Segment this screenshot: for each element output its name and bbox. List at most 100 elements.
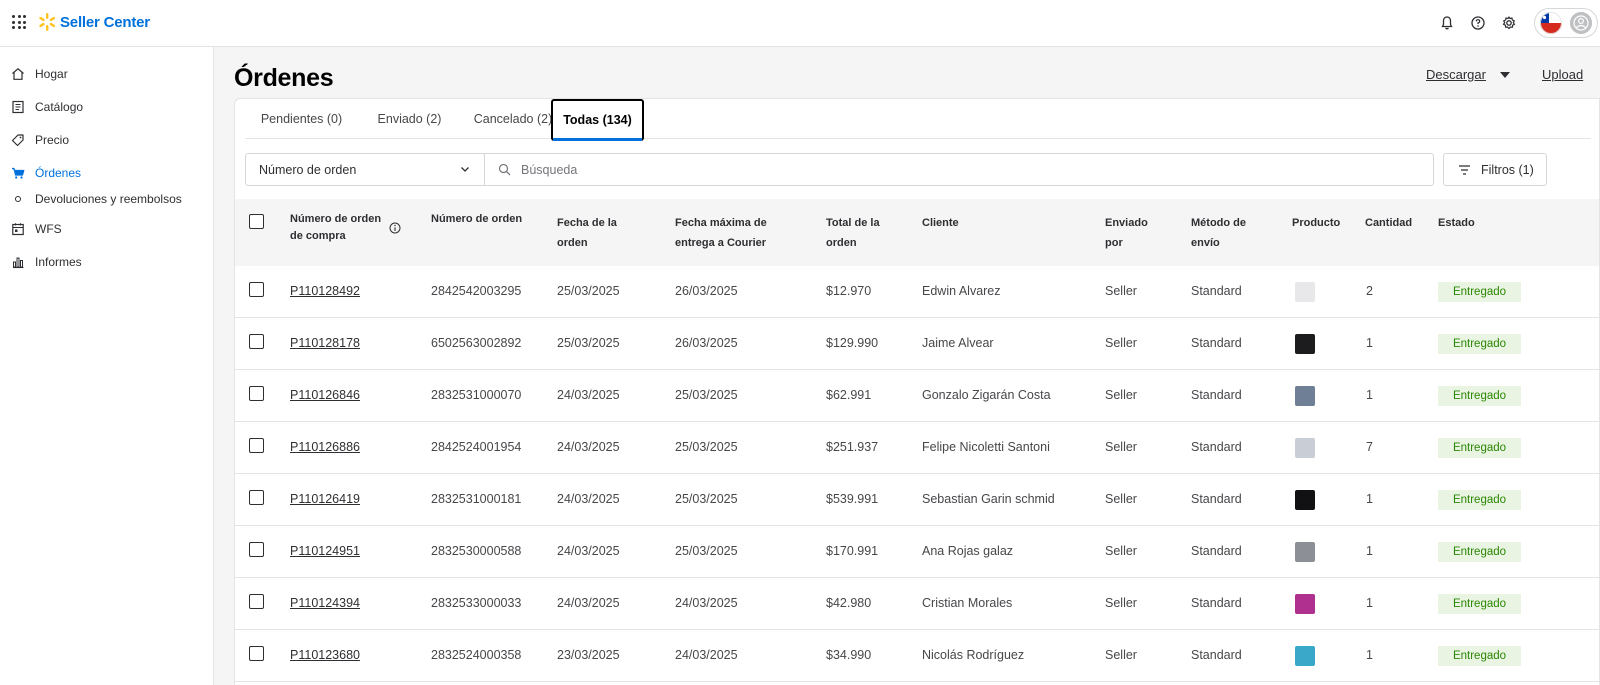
sidebar-item-label: Catálogo xyxy=(35,100,84,114)
order-date-cell: 24/03/2025 xyxy=(557,596,620,610)
tab-enviado[interactable]: Enviado (2) xyxy=(358,99,461,139)
sidebar-item-label: Precio xyxy=(35,133,70,147)
help-icon[interactable] xyxy=(1469,14,1487,32)
row-checkbox[interactable] xyxy=(249,490,264,505)
column-header-quantity[interactable]: Cantidad xyxy=(1365,213,1425,233)
status-badge: Entregado xyxy=(1438,282,1521,302)
order-date-cell: 25/03/2025 xyxy=(557,284,620,298)
table-row: P110128492 2842542003295 25/03/2025 26/03/2… xyxy=(235,266,1599,318)
po-number-link[interactable]: P110124951 xyxy=(290,544,360,558)
shipped-by-cell: Seller xyxy=(1105,440,1137,454)
tab-todas[interactable]: Todas (134) xyxy=(551,99,644,141)
order-number-cell: 6502563002892 xyxy=(431,336,522,350)
gear-icon[interactable] xyxy=(1500,14,1518,32)
column-header-order-date[interactable]: Fecha de la orden xyxy=(557,213,627,253)
customer-cell: Nicolás Rodríguez xyxy=(922,648,1025,662)
column-header-customer[interactable]: Cliente xyxy=(922,213,1002,233)
row-checkbox[interactable] xyxy=(249,386,264,401)
quantity-cell: 1 xyxy=(1366,648,1373,662)
product-thumbnail[interactable] xyxy=(1295,594,1315,614)
status-badge: Entregado xyxy=(1438,438,1521,458)
bell-icon[interactable] xyxy=(1438,14,1456,32)
cart-icon xyxy=(12,167,25,179)
download-button[interactable]: Descargar xyxy=(1426,67,1486,82)
search-field-select[interactable]: Número de orden xyxy=(245,153,485,186)
courier-date-cell: 25/03/2025 xyxy=(675,388,738,402)
chevron-down-icon[interactable] xyxy=(1500,72,1510,78)
po-number-link[interactable]: P110126886 xyxy=(290,440,360,454)
app-launcher-icon[interactable] xyxy=(12,15,26,29)
row-checkbox[interactable] xyxy=(249,334,264,349)
po-number-link[interactable]: P110123680 xyxy=(290,648,360,662)
column-header-ship-method[interactable]: Método de envío xyxy=(1191,213,1255,253)
column-header-po-number[interactable]: Número de orden de compra xyxy=(290,211,390,245)
column-header-shipped-by[interactable]: Enviado por xyxy=(1105,213,1153,253)
po-number-link[interactable]: P110124394 xyxy=(290,596,360,610)
shipped-by-cell: Seller xyxy=(1105,284,1137,298)
select-value: Número de orden xyxy=(259,163,357,177)
order-tabs: Pendientes (0) Enviado (2) Cancelado (2)… xyxy=(245,99,1591,141)
ship-method-cell: Standard xyxy=(1191,596,1242,610)
sidebar-item-catalogo[interactable]: Catálogo xyxy=(0,94,213,120)
po-number-link[interactable]: P110128492 xyxy=(290,284,360,298)
table-row: P110123680 2832524000358 23/03/2025 24/03/2… xyxy=(235,630,1599,682)
courier-date-cell: 25/03/2025 xyxy=(675,440,738,454)
info-icon[interactable] xyxy=(389,222,401,234)
status-badge: Entregado xyxy=(1438,542,1521,562)
product-thumbnail[interactable] xyxy=(1295,334,1315,354)
product-thumbnail[interactable] xyxy=(1295,282,1315,302)
upload-link[interactable]: Upload xyxy=(1542,67,1583,82)
po-number-link[interactable]: P110128178 xyxy=(290,336,360,350)
page-title: Órdenes xyxy=(234,64,334,92)
tab-pendientes[interactable]: Pendientes (0) xyxy=(245,99,358,139)
table-row: P110128178 6502563002892 25/03/2025 26/03/2… xyxy=(235,318,1599,370)
filters-button[interactable]: Filtros (1) xyxy=(1443,153,1547,186)
po-number-link[interactable]: P110126846 xyxy=(290,388,360,402)
column-header-order-number[interactable]: Número de orden xyxy=(431,209,541,229)
sidebar-item-ordenes[interactable]: Órdenes xyxy=(0,160,213,186)
sidebar-item-devoluciones[interactable]: Devoluciones y reembolsos xyxy=(0,186,213,212)
tab-cancelado[interactable]: Cancelado (2) xyxy=(461,99,565,139)
ship-method-cell: Standard xyxy=(1191,388,1242,402)
row-checkbox[interactable] xyxy=(249,594,264,609)
customer-cell: Ana Rojas galaz xyxy=(922,544,1014,558)
product-thumbnail[interactable] xyxy=(1295,646,1315,666)
customer-cell: Gonzalo Zigarán Costa xyxy=(922,388,1051,402)
account-menu[interactable] xyxy=(1534,8,1598,38)
row-checkbox[interactable] xyxy=(249,282,264,297)
quantity-cell: 1 xyxy=(1366,544,1373,558)
column-header-total[interactable]: Total de la orden xyxy=(826,213,886,253)
shipped-by-cell: Seller xyxy=(1105,336,1137,350)
shipped-by-cell: Seller xyxy=(1105,492,1137,506)
column-header-courier-date[interactable]: Fecha máxima de entrega a Courier xyxy=(675,213,775,253)
po-number-link[interactable]: P110126419 xyxy=(290,492,360,506)
order-number-cell: 2832531000070 xyxy=(431,388,522,402)
quantity-cell: 1 xyxy=(1366,388,1373,402)
row-checkbox[interactable] xyxy=(249,438,264,453)
quantity-cell: 1 xyxy=(1366,492,1373,506)
row-checkbox[interactable] xyxy=(249,646,264,661)
table-row: P110126886 2842524001954 24/03/2025 25/03/2… xyxy=(235,422,1599,474)
order-date-cell: 24/03/2025 xyxy=(557,440,620,454)
order-number-cell: 2842542003295 xyxy=(431,284,522,298)
customer-cell: Sebastian Garin schmid xyxy=(922,492,1055,506)
ship-method-cell: Standard xyxy=(1191,440,1242,454)
search-input[interactable] xyxy=(521,161,1401,179)
product-thumbnail[interactable] xyxy=(1295,438,1315,458)
product-thumbnail[interactable] xyxy=(1295,542,1315,562)
table-row: P110124394 2832533000033 24/03/2025 24/03/2… xyxy=(235,578,1599,630)
product-thumbnail[interactable] xyxy=(1295,386,1315,406)
sidebar-item-precio[interactable]: Precio xyxy=(0,127,213,153)
select-all-checkbox[interactable] xyxy=(249,214,264,229)
row-checkbox[interactable] xyxy=(249,542,264,557)
courier-date-cell: 26/03/2025 xyxy=(675,336,738,350)
column-header-status[interactable]: Estado xyxy=(1438,213,1498,233)
customer-cell: Jaime Alvear xyxy=(922,336,994,350)
sidebar-item-hogar[interactable]: Hogar xyxy=(0,61,213,87)
brand-logo[interactable]: Seller Center xyxy=(37,12,150,32)
shipped-by-cell: Seller xyxy=(1105,544,1137,558)
product-thumbnail[interactable] xyxy=(1295,490,1315,510)
home-icon xyxy=(12,68,24,80)
sidebar-item-informes[interactable]: Informes xyxy=(0,249,213,275)
sidebar-item-wfs[interactable]: WFS xyxy=(0,216,213,242)
